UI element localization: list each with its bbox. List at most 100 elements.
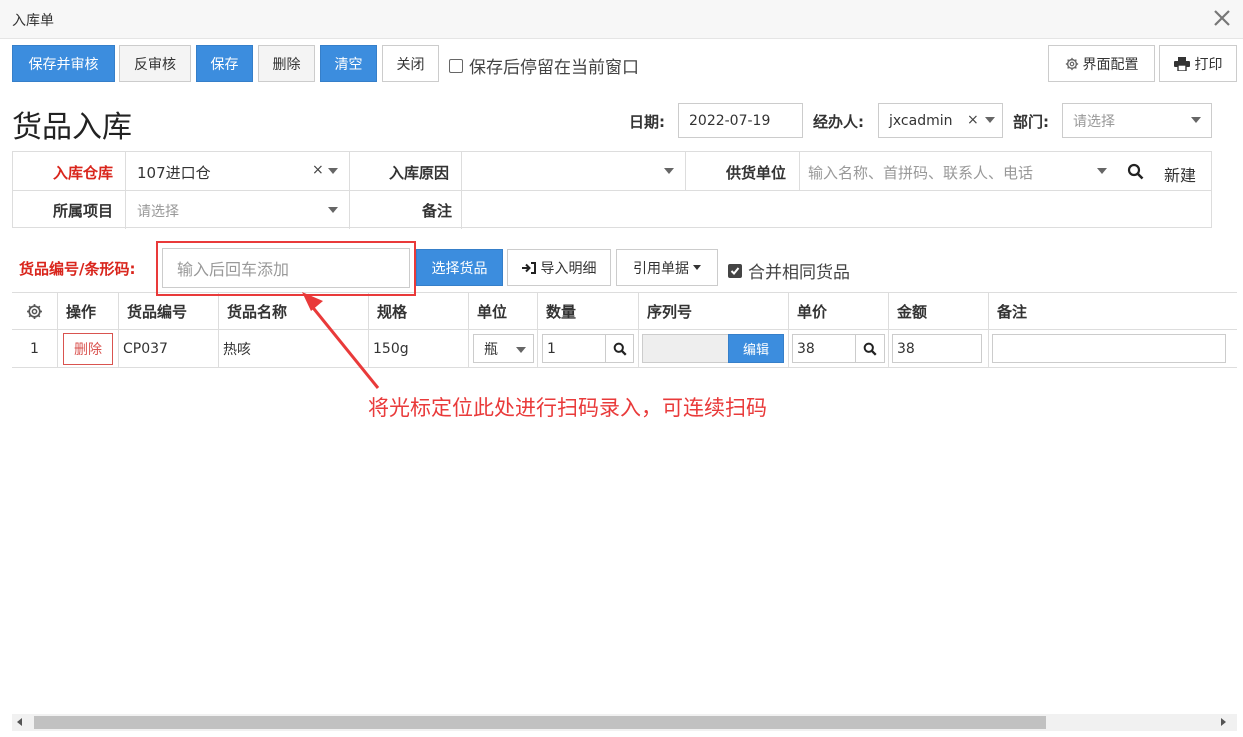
price-value: 38: [797, 340, 815, 357]
stay-in-window-label: 保存后停留在当前窗口: [469, 58, 639, 78]
column-header: 货品编号: [118, 293, 218, 329]
serial-input: [642, 334, 729, 363]
scroll-left-icon[interactable]: [17, 718, 22, 726]
clear-icon[interactable]: ×: [312, 162, 324, 178]
column-header: 金额: [888, 293, 988, 329]
row-delete-button[interactable]: 删除: [63, 332, 113, 365]
supplier-placeholder: 输入名称、首拼码、联系人、电话: [808, 164, 1034, 182]
amount-input[interactable]: 38: [892, 334, 982, 363]
sign-in-icon: [521, 261, 536, 274]
supplier-select[interactable]: 输入名称、首拼码、联系人、电话: [800, 152, 1110, 190]
amount-value: 38: [897, 340, 915, 357]
search-icon[interactable]: [1127, 163, 1144, 180]
gear-icon: [1065, 57, 1078, 70]
search-icon[interactable]: [613, 342, 627, 356]
row-serial-cell: 编辑: [638, 330, 788, 367]
column-header: 单价: [788, 293, 888, 329]
clear-icon[interactable]: ×: [967, 112, 979, 128]
table-row: 1 删除 CP037 热咳 150g 瓶 1 编辑 38 38: [12, 330, 1237, 368]
merge-same-goods-label: 合并相同货品: [748, 263, 850, 283]
chevron-down-icon: [664, 168, 674, 174]
supplier-label: 供货单位: [726, 164, 787, 182]
column-header: 备注: [988, 293, 1237, 329]
chevron-down-icon: [1191, 117, 1201, 123]
qty-value: 1: [547, 340, 556, 357]
annotation-text: 将光标定位此处进行扫码录入，可连续扫码: [368, 396, 767, 420]
check-icon[interactable]: [728, 263, 742, 278]
table-header: 操作 货品编号 货品名称 规格 单位 数量 序列号 单价 金额 备注: [12, 292, 1237, 330]
price-input[interactable]: 38: [792, 334, 885, 363]
annotation-arrow-icon: [302, 292, 380, 389]
project-select[interactable]: 请选择: [126, 191, 349, 229]
save-button[interactable]: 保存: [196, 45, 253, 82]
print-label: 打印: [1194, 56, 1223, 73]
close-button[interactable]: 关闭: [382, 45, 439, 82]
warehouse-select[interactable]: 107进口仓 ×: [126, 152, 349, 190]
column-header: 操作: [57, 293, 118, 329]
scroll-right-icon[interactable]: [1221, 718, 1226, 726]
close-icon[interactable]: [1211, 6, 1233, 30]
row-index: 1: [30, 340, 39, 357]
note-input[interactable]: [462, 191, 1212, 229]
merge-same-goods-checkbox[interactable]: 合并相同货品: [728, 258, 850, 283]
unit-select[interactable]: 瓶: [473, 334, 534, 363]
column-header: 数量: [537, 293, 638, 329]
unaudit-button[interactable]: 反审核: [119, 45, 191, 82]
row-action-cell: 删除: [57, 330, 118, 367]
import-detail-button[interactable]: 导入明细: [507, 249, 611, 286]
chevron-down-icon: [328, 168, 338, 174]
row-amount-cell: 38: [888, 330, 988, 367]
handler-label: 经办人:: [813, 113, 864, 131]
handler-value: jxcadmin: [889, 112, 953, 129]
handler-select[interactable]: jxcadmin ×: [878, 103, 1003, 138]
project-label: 所属项目: [53, 202, 114, 220]
clear-button[interactable]: 清空: [320, 45, 377, 82]
ui-config-button[interactable]: 界面配置: [1048, 45, 1155, 82]
dept-label: 部门:: [1013, 113, 1049, 131]
reason-select[interactable]: [462, 152, 685, 190]
unit-value: 瓶: [484, 341, 498, 358]
qty-input[interactable]: 1: [542, 334, 634, 363]
scrollbar-thumb[interactable]: [34, 716, 1046, 729]
select-goods-button[interactable]: 选择货品: [416, 249, 503, 286]
row-code: CP037: [118, 330, 218, 367]
window-titlebar: 入库单: [0, 0, 1243, 39]
row-unit-cell: 瓶: [468, 330, 537, 367]
chevron-down-icon: [328, 207, 338, 213]
column-header: 序列号: [638, 293, 788, 329]
save-audit-button[interactable]: 保存并审核: [12, 45, 115, 82]
note-label: 备注: [422, 202, 453, 220]
date-value: 2022-07-19: [689, 112, 771, 129]
stay-in-window-checkbox[interactable]: 保存后停留在当前窗口: [449, 53, 639, 78]
date-field[interactable]: 2022-07-19: [678, 103, 803, 138]
reference-doc-label: 引用单据: [633, 260, 689, 277]
form-grid: 入库仓库 107进口仓 × 入库原因 供货单位 输入名称、首拼码、联系人、电话 …: [12, 151, 1212, 229]
row-qty-cell: 1: [537, 330, 638, 367]
reason-label: 入库原因: [389, 164, 450, 182]
column-header: 单位: [468, 293, 537, 329]
page-title: 货品入库: [12, 110, 132, 145]
window-title: 入库单: [12, 13, 54, 29]
warehouse-label: 入库仓库: [53, 164, 114, 182]
chevron-down-icon: [1097, 168, 1107, 174]
gear-icon[interactable]: [26, 303, 43, 320]
printer-icon: [1173, 56, 1190, 71]
reference-doc-button[interactable]: 引用单据: [616, 249, 718, 286]
project-placeholder: 请选择: [137, 204, 179, 220]
horizontal-scrollbar[interactable]: [12, 714, 1237, 731]
serial-edit-button[interactable]: 编辑: [728, 334, 784, 363]
column-settings[interactable]: [12, 293, 57, 329]
chevron-down-icon: [516, 347, 526, 353]
dept-select[interactable]: 请选择: [1062, 103, 1212, 138]
search-icon[interactable]: [863, 342, 877, 356]
import-detail-label: 导入明细: [540, 260, 597, 277]
row-price-cell: 38: [788, 330, 888, 367]
checkbox-icon[interactable]: [449, 58, 463, 73]
delete-button[interactable]: 删除: [258, 45, 315, 82]
warehouse-value: 107进口仓: [137, 164, 211, 182]
row-note-input[interactable]: [992, 334, 1226, 363]
new-supplier-link[interactable]: 新建: [1164, 162, 1196, 186]
ui-config-label: 界面配置: [1082, 56, 1139, 73]
print-button[interactable]: 打印: [1159, 45, 1237, 82]
caret-down-icon: [693, 265, 701, 270]
